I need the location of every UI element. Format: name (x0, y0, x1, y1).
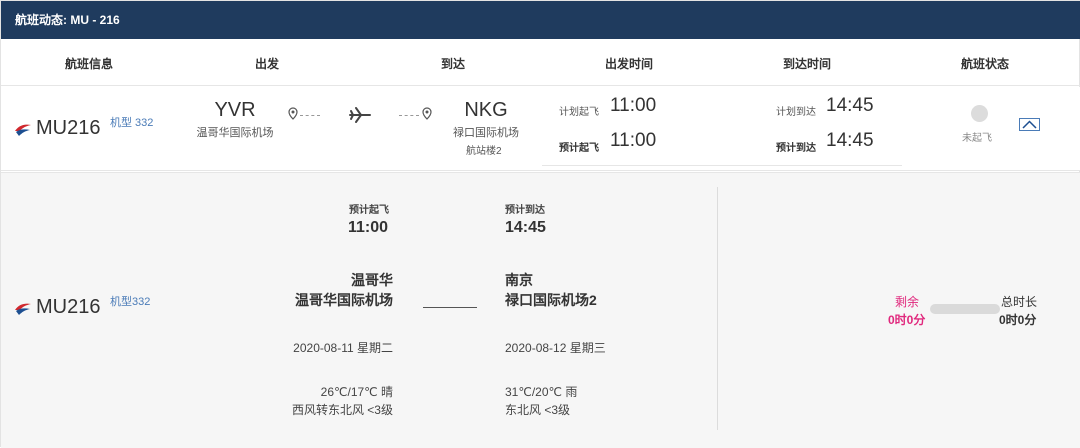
flight-number[interactable]: MU216 (36, 117, 100, 140)
column-header-flight-status: 航班状态 (961, 57, 1010, 71)
detail-arrival-wind: 东北风 <3级 (505, 403, 571, 417)
detail-vertical-divider (717, 187, 718, 430)
status-indicator-icon (971, 105, 988, 122)
detail-aircraft-type: 机型332 (110, 296, 151, 308)
estimated-departure-time: 11:00 (610, 130, 657, 151)
column-header-flight-info: 航班信息 (65, 57, 114, 71)
departure-airport: 温哥华国际机场 (196, 127, 274, 139)
detail-departure-city: 温哥华 (351, 272, 393, 288)
remaining-duration: 0时0分 (888, 313, 926, 327)
arrival-terminal: 航站楼2 (466, 146, 502, 157)
column-header-departure-time: 出发时间 (605, 57, 654, 71)
detail-departure-weather: 26℃/17℃ 晴 (320, 385, 393, 399)
total-duration-label: 总时长 (1001, 295, 1038, 309)
airline-logo-icon (15, 303, 31, 315)
route-divider (423, 307, 477, 308)
detail-arrival-time: 14:45 (505, 219, 546, 236)
detail-departure-airport: 温哥华国际机场 (295, 292, 393, 308)
detail-flight-number: MU216 (36, 296, 101, 318)
route-line-right (399, 115, 419, 116)
column-header-arrival-time: 到达时间 (783, 57, 832, 71)
detail-departure-date: 2020-08-11 星期二 (293, 341, 393, 355)
detail-arrival-airport: 禄口国际机场2 (505, 292, 597, 308)
estimated-arrival-time: 14:45 (826, 130, 874, 151)
aircraft-type[interactable]: 机型 332 (110, 114, 153, 130)
detail-departure-wind: 西风转东北风 <3级 (291, 403, 393, 417)
route-line-left (300, 115, 320, 116)
airplane-icon (349, 107, 371, 123)
planned-departure-time: 11:00 (610, 95, 657, 116)
panel-title: 航班动态: MU - 216 (1, 1, 1080, 39)
planned-arrival-time: 14:45 (826, 95, 874, 116)
estimated-arrival-label: 预计到达 (776, 143, 816, 154)
planned-departure-label: 计划起飞 (559, 107, 599, 118)
arrival-code: NKG (464, 99, 508, 121)
arrival-airport: 禄口国际机场 (453, 127, 519, 139)
flight-row[interactable]: MU216 机型 332 YVR 温哥华国际机场 NKG 禄口国际机场 航站楼2… (1, 87, 1080, 171)
detail-arrival-date: 2020-08-12 星期三 (505, 341, 606, 355)
detail-arrival-city: 南京 (505, 272, 533, 288)
departure-code: YVR (214, 99, 256, 121)
detail-arrival-weather: 31℃/20℃ 雨 (505, 385, 578, 399)
total-duration: 0时0分 (999, 313, 1037, 327)
time-row-divider (722, 165, 902, 166)
estimated-departure-label: 预计起飞 (559, 143, 599, 154)
chevron-up-icon (1022, 120, 1037, 129)
column-header-arrival: 到达 (441, 57, 466, 71)
flight-detail-panel: MU216 机型332 预计起飞 11:00 温哥华 温哥华国际机场 2020-… (1, 172, 1080, 448)
planned-arrival-label: 计划到达 (776, 107, 816, 118)
collapse-details-button[interactable] (1019, 118, 1040, 131)
flight-progress-bar (930, 304, 1000, 314)
detail-estimated-departure-label: 预计起飞 (349, 205, 389, 216)
airline-logo-icon (15, 124, 31, 136)
detail-departure-time: 11:00 (348, 219, 389, 236)
remaining-label: 剩余 (895, 295, 920, 309)
location-pin-icon (288, 107, 298, 120)
flight-status-panel: 航班动态: MU - 216 航班信息 出发 到达 出发时间 到达时间 航班状态… (0, 0, 1080, 448)
flight-status-text: 未起飞 (962, 133, 992, 144)
column-header-row: 航班信息 出发 到达 出发时间 到达时间 航班状态 (1, 39, 1080, 86)
time-row-divider (542, 165, 722, 166)
column-header-departure: 出发 (255, 57, 280, 71)
location-pin-icon (422, 107, 432, 120)
detail-estimated-arrival-label: 预计到达 (505, 205, 545, 216)
